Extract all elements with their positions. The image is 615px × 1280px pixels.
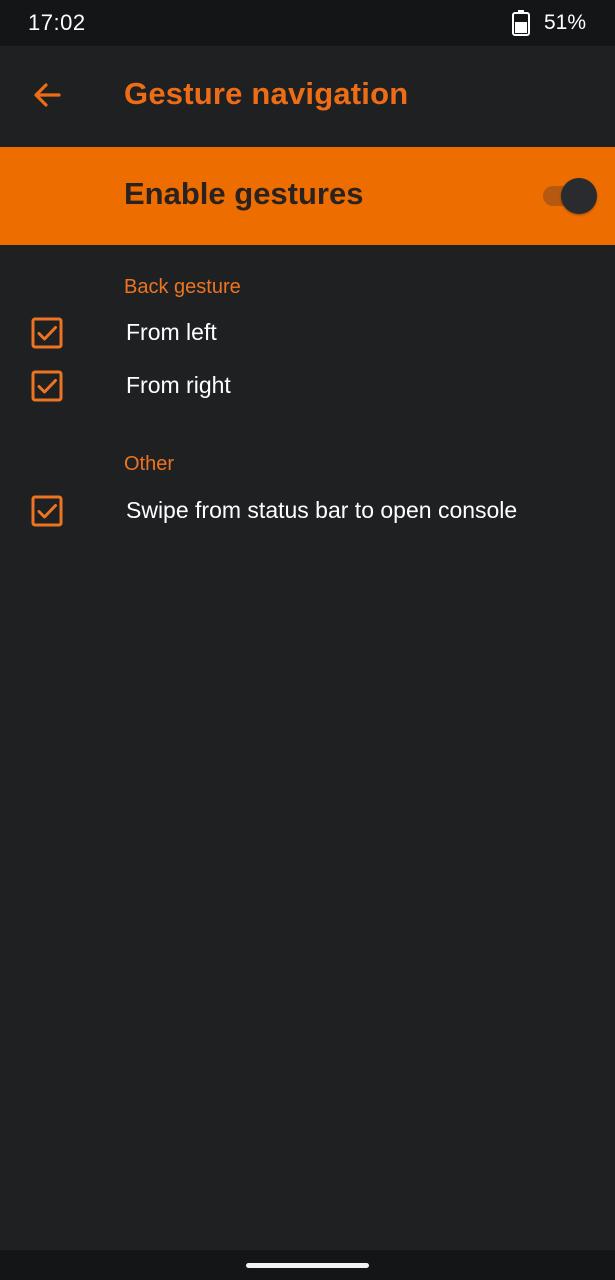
pref-label-from-right: From right (126, 372, 231, 398)
toolbar: Gesture navigation (0, 46, 615, 147)
home-gesture-pill[interactable] (246, 1263, 369, 1268)
battery-percent: 51% (544, 11, 587, 34)
pref-label-from-left: From left (126, 319, 217, 345)
pref-row-from-right[interactable]: From right (0, 360, 615, 412)
page-title: Gesture navigation (124, 76, 409, 111)
pref-row-swipe-status-bar-console[interactable]: Swipe from status bar to open console (0, 485, 615, 537)
battery-icon (512, 10, 530, 36)
section-header-other: Other (124, 453, 175, 475)
checkbox-checked-icon[interactable] (31, 317, 63, 349)
section-header-back-gesture: Back gesture (124, 276, 241, 298)
checkbox-checked-icon[interactable] (31, 370, 63, 402)
status-time: 17:02 (28, 10, 86, 35)
screen: 17:02 51% Gesture navigation Enable gest… (0, 0, 615, 1280)
enable-gestures-toggle[interactable] (543, 178, 597, 214)
toggle-thumb (561, 178, 597, 214)
arrow-back-icon (32, 80, 62, 115)
status-bar: 17:02 51% (0, 0, 615, 46)
pref-row-from-left[interactable]: From left (0, 307, 615, 359)
pref-label-swipe-console: Swipe from status bar to open console (126, 497, 518, 523)
enable-gestures-label: Enable gestures (124, 176, 364, 211)
back-button[interactable] (22, 72, 72, 122)
navigation-bar (0, 1250, 615, 1280)
enable-gestures-switch-bar[interactable]: Enable gestures (0, 147, 615, 245)
checkbox-checked-icon[interactable] (31, 495, 63, 527)
